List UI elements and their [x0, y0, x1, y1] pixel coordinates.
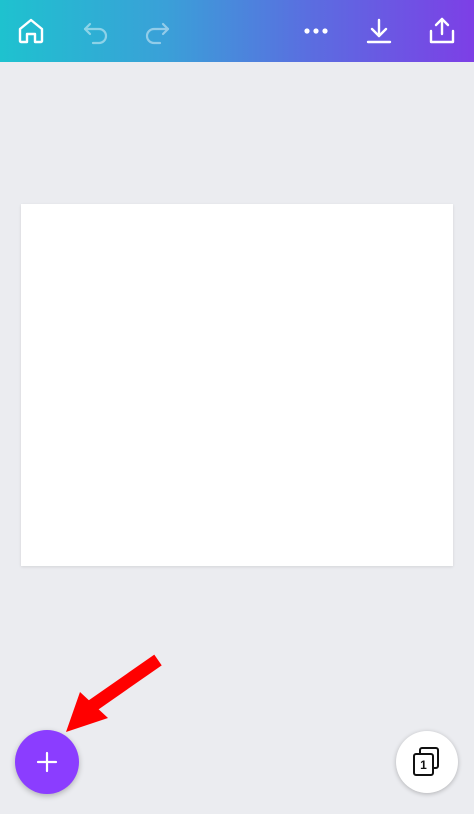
pages-stack-icon: 1	[413, 747, 441, 777]
redo-button[interactable]	[137, 11, 177, 51]
plus-icon	[36, 751, 58, 773]
design-page[interactable]	[21, 204, 453, 566]
share-button[interactable]	[422, 11, 462, 51]
home-button[interactable]	[11, 11, 51, 51]
editor-toolbar	[0, 0, 474, 62]
pages-button[interactable]: 1	[396, 731, 458, 793]
page-count: 1	[413, 753, 434, 776]
download-button[interactable]	[359, 11, 399, 51]
add-element-button[interactable]	[15, 730, 79, 794]
undo-button[interactable]	[76, 11, 116, 51]
more-options-button[interactable]	[296, 11, 336, 51]
home-icon	[18, 18, 44, 44]
download-icon	[366, 18, 392, 44]
redo-icon	[145, 22, 170, 45]
canvas-area	[0, 62, 474, 814]
share-upload-icon	[429, 17, 455, 44]
more-dots-icon	[304, 28, 328, 34]
undo-icon	[83, 22, 108, 45]
